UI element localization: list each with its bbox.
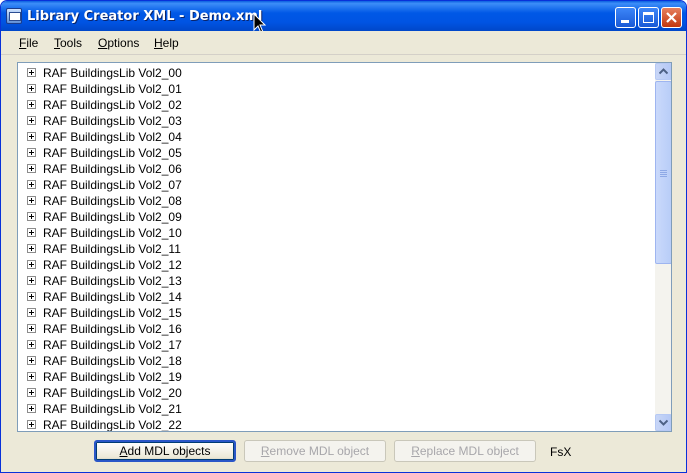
expand-plus-icon[interactable] <box>27 116 36 125</box>
tree-item[interactable]: RAF BuildingsLib Vol2_05 <box>18 145 654 161</box>
expand-plus-icon[interactable] <box>27 388 36 397</box>
scroll-up-button[interactable] <box>655 63 671 80</box>
tree-item-label: RAF BuildingsLib Vol2_10 <box>43 226 182 240</box>
tree-item-label: RAF BuildingsLib Vol2_04 <box>43 130 182 144</box>
tree-item[interactable]: RAF BuildingsLib Vol2_01 <box>18 81 654 97</box>
expand-plus-icon[interactable] <box>27 100 36 109</box>
tree-item[interactable]: RAF BuildingsLib Vol2_19 <box>18 369 654 385</box>
expand-plus-icon[interactable] <box>27 324 36 333</box>
tree-item[interactable]: RAF BuildingsLib Vol2_21 <box>18 401 654 417</box>
fsx-label: FsX <box>550 445 572 459</box>
tree-item[interactable]: RAF BuildingsLib Vol2_11 <box>18 241 654 257</box>
tree-item-label: RAF BuildingsLib Vol2_11 <box>43 242 181 256</box>
expand-plus-icon[interactable] <box>27 180 36 189</box>
tree-item-label: RAF BuildingsLib Vol2_17 <box>43 338 182 352</box>
expand-plus-icon[interactable] <box>27 196 36 205</box>
minimize-button[interactable] <box>615 7 636 28</box>
library-tree-view[interactable]: RAF BuildingsLib Vol2_00 RAF BuildingsLib… <box>17 62 672 432</box>
tree-item[interactable]: RAF BuildingsLib Vol2_04 <box>18 129 654 145</box>
tree-item[interactable]: RAF BuildingsLib Vol2_07 <box>18 177 654 193</box>
tree-item-label: RAF BuildingsLib Vol2_22 <box>43 418 182 432</box>
expand-plus-icon[interactable] <box>27 292 36 301</box>
tree-item[interactable]: RAF BuildingsLib Vol2_00 <box>18 65 654 81</box>
tree-item[interactable]: RAF BuildingsLib Vol2_22 <box>18 417 654 432</box>
tree-item-label: RAF BuildingsLib Vol2_15 <box>43 306 182 320</box>
tree-item-label: RAF BuildingsLib Vol2_07 <box>43 178 182 192</box>
tree-item-label: RAF BuildingsLib Vol2_16 <box>43 322 182 336</box>
remove-mdl-object-button[interactable]: Remove MDL object <box>244 440 386 462</box>
chevron-up-icon <box>659 68 668 75</box>
tree-item[interactable]: RAF BuildingsLib Vol2_09 <box>18 209 654 225</box>
tree-item[interactable]: RAF BuildingsLib Vol2_06 <box>18 161 654 177</box>
expand-plus-icon[interactable] <box>27 276 36 285</box>
expand-plus-icon[interactable] <box>27 148 36 157</box>
expand-plus-icon[interactable] <box>27 260 36 269</box>
expand-plus-icon[interactable] <box>27 340 36 349</box>
maximize-icon <box>643 12 654 23</box>
minimize-icon <box>621 20 629 23</box>
menu-file[interactable]: File <box>19 36 38 50</box>
expand-plus-icon[interactable] <box>27 244 36 253</box>
tree-item[interactable]: RAF BuildingsLib Vol2_16 <box>18 321 654 337</box>
chevron-down-icon <box>659 419 668 426</box>
close-icon <box>666 12 677 23</box>
tree-item-label: RAF BuildingsLib Vol2_13 <box>43 274 182 288</box>
close-button[interactable] <box>661 7 682 28</box>
tree-item-label: RAF BuildingsLib Vol2_06 <box>43 162 182 176</box>
tree-item-label: RAF BuildingsLib Vol2_05 <box>43 146 182 160</box>
tree-item[interactable]: RAF BuildingsLib Vol2_08 <box>18 193 654 209</box>
tree-item-label: RAF BuildingsLib Vol2_09 <box>43 210 182 224</box>
tree-item[interactable]: RAF BuildingsLib Vol2_17 <box>18 337 654 353</box>
tree-item-label: RAF BuildingsLib Vol2_14 <box>43 290 182 304</box>
tree-item[interactable]: RAF BuildingsLib Vol2_15 <box>18 305 654 321</box>
app-icon[interactable] <box>6 8 22 24</box>
tree-item[interactable]: RAF BuildingsLib Vol2_14 <box>18 289 654 305</box>
grip-line <box>660 174 667 175</box>
expand-plus-icon[interactable] <box>27 404 36 413</box>
tree-item[interactable]: RAF BuildingsLib Vol2_03 <box>18 113 654 129</box>
app-window: Library Creator XML - Demo.xml File Tool… <box>0 0 687 473</box>
tree-item[interactable]: RAF BuildingsLib Vol2_20 <box>18 385 654 401</box>
vertical-scrollbar[interactable] <box>655 63 671 431</box>
expand-plus-icon[interactable] <box>27 84 36 93</box>
replace-mdl-object-button[interactable]: Replace MDL object <box>394 440 536 462</box>
tree-item[interactable]: RAF BuildingsLib Vol2_12 <box>18 257 654 273</box>
expand-plus-icon[interactable] <box>27 356 36 365</box>
expand-plus-icon[interactable] <box>27 68 36 77</box>
tree-item-label: RAF BuildingsLib Vol2_21 <box>43 402 182 416</box>
tree-item-label: RAF BuildingsLib Vol2_01 <box>43 82 182 96</box>
tree-item-label: RAF BuildingsLib Vol2_08 <box>43 194 182 208</box>
tree-item-label: RAF BuildingsLib Vol2_20 <box>43 386 182 400</box>
maximize-button[interactable] <box>638 7 659 28</box>
expand-plus-icon[interactable] <box>27 308 36 317</box>
grip-line <box>660 172 667 173</box>
tree-item-label: RAF BuildingsLib Vol2_03 <box>43 114 182 128</box>
tree-item[interactable]: RAF BuildingsLib Vol2_02 <box>18 97 654 113</box>
expand-plus-icon[interactable] <box>27 372 36 381</box>
scroll-down-button[interactable] <box>655 414 671 431</box>
tree-item[interactable]: RAF BuildingsLib Vol2_10 <box>18 225 654 241</box>
expand-plus-icon[interactable] <box>27 228 36 237</box>
tree-item[interactable]: RAF BuildingsLib Vol2_13 <box>18 273 654 289</box>
tree-item-label: RAF BuildingsLib Vol2_02 <box>43 98 182 112</box>
tree-item-label: RAF BuildingsLib Vol2_18 <box>43 354 182 368</box>
menu-bar: File Tools Options Help <box>1 31 686 55</box>
expand-plus-icon[interactable] <box>27 164 36 173</box>
tree-item[interactable]: RAF BuildingsLib Vol2_18 <box>18 353 654 369</box>
menu-help[interactable]: Help <box>154 36 179 50</box>
tree-item-label: RAF BuildingsLib Vol2_00 <box>43 66 182 80</box>
expand-plus-icon[interactable] <box>27 212 36 221</box>
tree-item-label: RAF BuildingsLib Vol2_19 <box>43 370 182 384</box>
grip-line <box>660 170 667 171</box>
menu-tools[interactable]: Tools <box>54 36 82 50</box>
title-bar[interactable]: Library Creator XML - Demo.xml <box>1 1 686 31</box>
window-title: Library Creator XML - Demo.xml <box>27 9 263 24</box>
expand-plus-icon[interactable] <box>27 420 36 429</box>
menu-options[interactable]: Options <box>98 36 139 50</box>
add-mdl-objects-button[interactable]: Add MDL objects <box>94 440 236 462</box>
scroll-thumb[interactable] <box>655 81 671 264</box>
grip-line <box>660 176 667 177</box>
tree-item-label: RAF BuildingsLib Vol2_12 <box>43 258 182 272</box>
expand-plus-icon[interactable] <box>27 132 36 141</box>
